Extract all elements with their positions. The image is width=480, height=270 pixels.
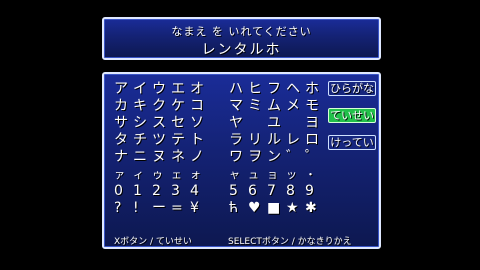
character-key[interactable]: ゥ <box>152 166 171 183</box>
character-key[interactable]: 0 <box>114 183 133 200</box>
character-key[interactable]: ツ <box>152 132 171 149</box>
name-prompt: なまえ を いれてください <box>171 25 312 38</box>
character-grid: アイウエオ ハヒフヘホカキクケコ マミムメモサシスセソ ヤ ユ ヨタチツテト ラリルレロナニ… <box>114 81 324 217</box>
character-key[interactable]: 1 <box>133 183 152 200</box>
character-key[interactable]: マ <box>229 98 248 115</box>
character-key[interactable]: エ <box>171 81 190 98</box>
grid-spacer <box>209 183 229 200</box>
name-input-panel: なまえ を いれてください レンタルホ <box>102 17 381 60</box>
character-key[interactable]: ラ <box>229 132 248 149</box>
footer-hint-select: SELECTボタン / かなきりかえ <box>228 237 352 247</box>
character-key[interactable]: ノ <box>190 149 209 166</box>
character-key[interactable]: ロ <box>305 132 324 149</box>
name-entry-field[interactable]: レンタルホ <box>104 39 379 59</box>
grid-spacer <box>209 149 229 166</box>
character-key[interactable]: ク <box>152 98 171 115</box>
character-key <box>286 115 305 132</box>
character-key[interactable]: ・ <box>305 166 324 183</box>
character-key[interactable]: ン <box>267 149 286 166</box>
character-key[interactable]: ル <box>267 132 286 149</box>
name-entry-screen: なまえ を いれてください レンタルホ アイウエオ ハヒフヘホカキクケコ マミムメモ… <box>0 0 480 270</box>
character-key[interactable]: 4 <box>190 183 209 200</box>
character-key[interactable]: ! <box>133 200 152 217</box>
character-key[interactable]: セ <box>171 115 190 132</box>
character-key[interactable]: サ <box>114 115 133 132</box>
character-key[interactable]: = <box>171 200 190 217</box>
character-key[interactable]: 5 <box>229 183 248 200</box>
character-key[interactable]: 7 <box>267 183 286 200</box>
character-key[interactable]: メ <box>286 98 305 115</box>
character-key[interactable]: ー <box>152 200 171 217</box>
character-key[interactable]: モ <box>305 98 324 115</box>
character-key[interactable]: ワ <box>229 149 248 166</box>
character-key[interactable]: ィ <box>133 166 152 183</box>
grid-spacer <box>209 132 229 149</box>
character-key[interactable]: オ <box>190 81 209 98</box>
character-key[interactable]: ホ <box>305 81 324 98</box>
character-key[interactable]: リ <box>248 132 267 149</box>
character-key[interactable]: レ <box>286 132 305 149</box>
character-key[interactable]: ヤ <box>229 115 248 132</box>
character-key[interactable]: ム <box>267 98 286 115</box>
character-key[interactable]: ォ <box>190 166 209 183</box>
character-key[interactable]: ャ <box>229 166 248 183</box>
character-key[interactable]: 3 <box>171 183 190 200</box>
character-key[interactable]: 8 <box>286 183 305 200</box>
character-key[interactable]: テ <box>171 132 190 149</box>
character-key[interactable]: ョ <box>267 166 286 183</box>
character-key[interactable]: ヲ <box>248 149 267 166</box>
character-key[interactable]: チ <box>133 132 152 149</box>
character-key[interactable]: ウ <box>152 81 171 98</box>
character-key[interactable]: ス <box>152 115 171 132</box>
grid-spacer <box>209 81 229 98</box>
character-key[interactable]: イ <box>133 81 152 98</box>
character-key[interactable]: ¥ <box>190 200 209 217</box>
correct-button[interactable]: ていせい <box>328 108 376 123</box>
character-key[interactable]: ナ <box>114 149 133 166</box>
character-key[interactable]: ァ <box>114 166 133 183</box>
character-key[interactable]: ゜ <box>305 149 324 166</box>
character-key[interactable]: ћ <box>229 200 248 217</box>
character-key[interactable]: ュ <box>248 166 267 183</box>
character-key[interactable]: カ <box>114 98 133 115</box>
grid-spacer <box>209 98 229 115</box>
character-key <box>248 115 267 132</box>
character-key[interactable]: シ <box>133 115 152 132</box>
grid-spacer <box>209 166 229 183</box>
character-key[interactable]: ミ <box>248 98 267 115</box>
confirm-button[interactable]: けってい <box>328 135 376 150</box>
grid-spacer <box>209 200 229 217</box>
character-key[interactable]: ソ <box>190 115 209 132</box>
character-key[interactable]: ケ <box>171 98 190 115</box>
character-key[interactable]: コ <box>190 98 209 115</box>
character-key[interactable]: 6 <box>248 183 267 200</box>
character-key[interactable]: フ <box>267 81 286 98</box>
character-key[interactable]: 2 <box>152 183 171 200</box>
character-key[interactable]: キ <box>133 98 152 115</box>
character-key[interactable]: ? <box>114 200 133 217</box>
character-key[interactable]: ゛ <box>286 149 305 166</box>
footer-hint-x: Xボタン / ていせい <box>114 237 192 247</box>
character-key[interactable]: ネ <box>171 149 190 166</box>
character-key[interactable]: ♥ <box>248 200 267 217</box>
character-key[interactable]: ■ <box>267 200 286 217</box>
character-key[interactable]: ユ <box>267 115 286 132</box>
character-key[interactable]: ッ <box>286 166 305 183</box>
character-key[interactable]: ★ <box>286 200 305 217</box>
character-key[interactable]: ヨ <box>305 115 324 132</box>
character-key[interactable]: ヘ <box>286 81 305 98</box>
character-key[interactable]: ェ <box>171 166 190 183</box>
grid-spacer <box>209 115 229 132</box>
character-key[interactable]: ニ <box>133 149 152 166</box>
character-key[interactable]: ア <box>114 81 133 98</box>
character-key[interactable]: タ <box>114 132 133 149</box>
character-key[interactable]: ハ <box>229 81 248 98</box>
hiragana-mode-button[interactable]: ひらがな <box>328 81 376 96</box>
character-grid-panel: アイウエオ ハヒフヘホカキクケコ マミムメモサシスセソ ヤ ユ ヨタチツテト ラリルレロナニ… <box>102 72 381 249</box>
character-key[interactable]: ✱ <box>305 200 324 217</box>
character-key[interactable]: ヒ <box>248 81 267 98</box>
character-key[interactable]: ト <box>190 132 209 149</box>
character-key[interactable]: ヌ <box>152 149 171 166</box>
character-key[interactable]: 9 <box>305 183 324 200</box>
